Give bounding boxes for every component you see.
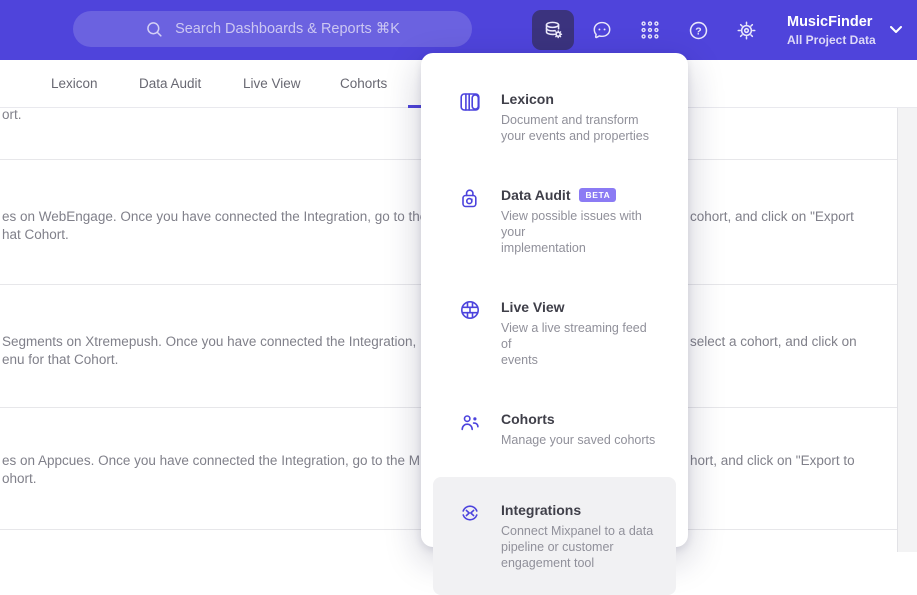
feedback-button[interactable]	[581, 10, 623, 50]
row-text-fragment: es on Appcues. Once you have connected t…	[2, 453, 421, 468]
row-text-fragment: ohort.	[2, 471, 37, 486]
menu-item-description: View a live streaming feed of events	[501, 321, 647, 367]
cohorts-people-icon	[461, 415, 479, 431]
row-text-fragment: hort, and click on "Export to	[690, 453, 855, 468]
chevron-down-icon	[889, 26, 902, 33]
settings-gear-icon	[736, 20, 756, 40]
settings-button[interactable]	[725, 10, 767, 50]
menu-item-description: View possible issues with your implement…	[501, 209, 642, 255]
top-navigation-bar: Search Dashboards & Reports ⌘K ? MusicFi…	[0, 0, 917, 60]
data-management-dropdown: Lexicon Document and transform your even…	[421, 53, 688, 595]
row-text-fragment: cohort, and click on "Export	[690, 209, 854, 224]
menu-item-integrations[interactable]: Integrations Connect Mixpanel to a data …	[433, 477, 676, 595]
apps-menu-button[interactable]	[629, 10, 671, 50]
menu-item-lexicon[interactable]: Lexicon Document and transform your even…	[433, 77, 676, 157]
feedback-chat-icon	[593, 21, 611, 39]
help-button[interactable]: ?	[677, 10, 719, 50]
row-text-fragment: enu for that Cohort.	[2, 352, 119, 367]
row-text-fragment: es on WebEngage. Once you have connected…	[2, 209, 428, 224]
tab-data-audit[interactable]: Data Audit	[139, 60, 201, 108]
integrations-sync-icon	[462, 505, 478, 521]
row-text-fragment: Segments on Xtremepush. Once you have co…	[2, 334, 417, 349]
menu-item-title: Lexicon	[501, 91, 554, 107]
row-text-fragment: select a cohort, and click on	[690, 334, 857, 349]
svg-text:?: ?	[695, 25, 701, 37]
menu-item-cohorts[interactable]: Cohorts Manage your saved cohorts	[433, 397, 676, 461]
menu-item-data-audit[interactable]: Data Audit BETA View possible issues wit…	[433, 173, 676, 269]
lexicon-book-icon	[460, 93, 480, 111]
row-text-fragment: hat Cohort.	[2, 227, 69, 242]
search-icon	[147, 21, 162, 37]
menu-item-description: Manage your saved cohorts	[501, 433, 656, 447]
tab-cohorts[interactable]: Cohorts	[340, 60, 387, 108]
scrollbar-track[interactable]	[897, 108, 917, 552]
database-gear-icon	[545, 21, 562, 38]
menu-item-description: Connect Mixpanel to a data pipeline or c…	[501, 524, 654, 570]
row-text-fragment: ort.	[2, 107, 22, 122]
tab-lexicon[interactable]: Lexicon	[51, 60, 98, 108]
live-view-globe-icon	[461, 301, 479, 319]
help-icon: ?	[689, 21, 707, 39]
menu-item-live-view[interactable]: Live View View a live streaming feed of …	[433, 285, 676, 381]
search-input[interactable]: Search Dashboards & Reports ⌘K	[73, 11, 472, 47]
project-switcher[interactable]: MusicFinder All Project Data	[787, 9, 902, 51]
menu-item-title: Live View	[501, 299, 565, 315]
tab-live-view[interactable]: Live View	[243, 60, 301, 108]
apps-grid-icon	[641, 21, 659, 39]
search-placeholder: Search Dashboards & Reports ⌘K	[175, 21, 400, 37]
beta-badge: BETA	[579, 187, 617, 203]
menu-item-title: Cohorts	[501, 411, 555, 427]
menu-item-title: Integrations	[501, 502, 582, 518]
data-management-button[interactable]	[532, 10, 574, 50]
menu-item-description: Document and transform your events and p…	[501, 113, 650, 143]
project-scope: All Project Data	[787, 32, 876, 47]
menu-item-title: Data Audit	[501, 187, 571, 203]
project-name: MusicFinder	[787, 13, 873, 30]
data-audit-lock-icon	[462, 189, 477, 208]
